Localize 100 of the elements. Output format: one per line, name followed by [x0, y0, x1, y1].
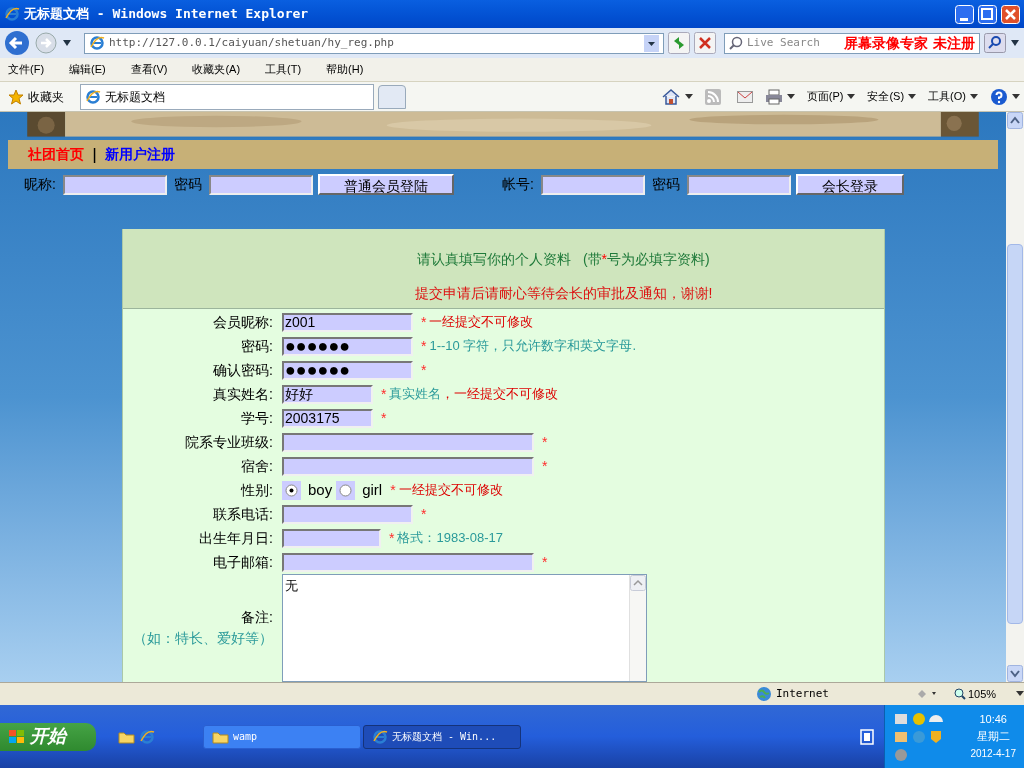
input-field[interactable]: 2003175 — [282, 408, 373, 428]
favorites-button[interactable]: 收藏夹 — [4, 87, 68, 106]
input-field[interactable] — [282, 504, 413, 524]
input-field[interactable] — [62, 174, 167, 195]
browser-tab[interactable]: 无标题文档 — [80, 83, 374, 110]
input-field[interactable] — [282, 552, 534, 572]
input-field[interactable] — [540, 174, 645, 195]
close-button[interactable] — [1001, 4, 1020, 24]
stop-button[interactable] — [694, 32, 716, 54]
minimize-button[interactable] — [955, 4, 974, 24]
dropdown-icon[interactable] — [1016, 691, 1024, 697]
required-mark: * — [381, 384, 387, 404]
scroll-up-button[interactable] — [1007, 112, 1023, 129]
input-field[interactable]: 好好 — [282, 384, 373, 404]
browser-icon[interactable] — [372, 728, 388, 745]
field-note: 格式：1983-08-17 — [397, 529, 503, 548]
clock-day: 星期二 — [976, 728, 1010, 745]
desktop-icon[interactable] — [860, 728, 874, 745]
clock-time: 10:46 — [979, 712, 1007, 727]
globe-icon[interactable] — [756, 686, 772, 702]
command-button[interactable]: 页面(P) — [806, 88, 856, 105]
folder-icon[interactable] — [212, 729, 229, 744]
field-label: 密码 — [173, 175, 202, 195]
dropdown-icon[interactable] — [786, 93, 795, 100]
search-button[interactable] — [984, 33, 1006, 53]
menu-item[interactable]: 查看(V) — [126, 61, 172, 78]
scrollbar[interactable] — [1006, 112, 1024, 682]
scroll-down-button[interactable] — [1007, 665, 1023, 682]
mail-icon[interactable] — [736, 90, 753, 103]
start-button[interactable]: 开始 — [0, 722, 96, 751]
login-button[interactable]: 普通会员登陆 — [317, 174, 454, 196]
help-icon[interactable] — [990, 87, 1008, 106]
input-field[interactable] — [208, 174, 313, 195]
printer-icon[interactable] — [764, 88, 783, 105]
page-icon[interactable] — [89, 35, 105, 51]
menu-item[interactable]: 编辑(E) — [65, 61, 110, 78]
back-button[interactable] — [4, 30, 30, 56]
page-icon[interactable] — [85, 88, 101, 105]
scroll-thumb[interactable] — [1007, 244, 1023, 624]
field-label: 学号: — [241, 408, 273, 428]
command-button[interactable]: 工具(O) — [928, 88, 978, 105]
menu-item[interactable]: 工具(T) — [261, 61, 306, 78]
password-field[interactable]: ●●●●●● — [282, 360, 413, 380]
address-field[interactable]: http://127.0.0.1/caiyuan/shetuan/hy_reg.php — [84, 32, 664, 54]
field-note: ，一经提交不可修改 — [441, 385, 559, 404]
home-icon[interactable] — [660, 87, 681, 106]
magnifier-icon[interactable] — [954, 688, 966, 700]
field-label: 联系电话: — [213, 504, 273, 524]
radio-button[interactable] — [339, 483, 353, 497]
required-mark: * — [421, 336, 427, 356]
menu-item[interactable]: 收藏夹(A) — [188, 61, 245, 78]
windows-logo-icon[interactable] — [8, 728, 26, 745]
radio-button[interactable] — [285, 483, 298, 497]
clock-date: 2012-4-17 — [970, 747, 1016, 761]
menu-item[interactable]: 帮助(H) — [322, 61, 368, 78]
star-icon[interactable] — [8, 88, 24, 105]
maximize-button[interactable] — [978, 4, 997, 24]
folder-icon[interactable] — [118, 729, 135, 744]
field-note: 真实姓名 — [389, 385, 442, 404]
scroll-up-button[interactable] — [630, 575, 646, 591]
browser-icon[interactable] — [139, 728, 155, 745]
taskbar-button[interactable]: wamp — [203, 724, 361, 749]
option-label: girl — [362, 479, 383, 500]
field-label: 宿舍: — [241, 456, 273, 476]
nav-link[interactable]: 新用户注册 — [105, 144, 176, 166]
zoom-button[interactable]: 105% — [954, 685, 1024, 703]
search-field[interactable]: Live Search 屏幕录像专家 未注册 — [724, 32, 980, 54]
login-button[interactable]: 会长登录 — [795, 174, 904, 196]
command-button[interactable]: 安全(S) — [867, 88, 917, 105]
input-field[interactable]: z001 — [282, 312, 413, 332]
browser-icon[interactable] — [4, 6, 20, 22]
input-field[interactable] — [686, 174, 791, 195]
dropdown-icon[interactable] — [1010, 39, 1020, 47]
required-mark: * — [542, 456, 548, 476]
field-note: 一经提交不可修改 — [429, 313, 534, 332]
dropdown-icon[interactable] — [847, 93, 856, 100]
new-tab-button[interactable] — [378, 84, 406, 109]
dropdown-button[interactable] — [644, 34, 659, 52]
refresh-button[interactable] — [668, 32, 690, 54]
password-field[interactable]: ●●●●●● — [282, 336, 413, 356]
taskbar-button[interactable]: 无标题文档 - Win... — [363, 724, 521, 749]
field-label: 密码 — [651, 175, 680, 195]
dropdown-icon[interactable] — [970, 93, 978, 100]
dropdown-icon[interactable] — [684, 93, 693, 100]
menu-item[interactable]: 文件(F) — [4, 61, 49, 78]
remarks-textarea[interactable]: 无 — [282, 574, 647, 682]
field-label: 备注: — [241, 608, 273, 627]
dropdown-icon[interactable] — [62, 39, 72, 47]
input-field[interactable] — [282, 528, 381, 548]
field-note: 一经提交不可修改 — [398, 481, 503, 500]
input-field[interactable] — [282, 432, 534, 452]
input-field[interactable] — [282, 456, 534, 476]
field-label: 电子邮箱: — [213, 552, 273, 572]
search-icon[interactable] — [729, 36, 743, 50]
option-label: boy — [308, 479, 333, 500]
field-label: 院系专业班级: — [185, 432, 273, 452]
dropdown-icon[interactable] — [1012, 93, 1020, 100]
field-label: 性别: — [241, 480, 273, 500]
dropdown-icon[interactable] — [908, 93, 917, 100]
window-title: 无标题文档 - Windows Internet Explorer — [24, 5, 309, 24]
